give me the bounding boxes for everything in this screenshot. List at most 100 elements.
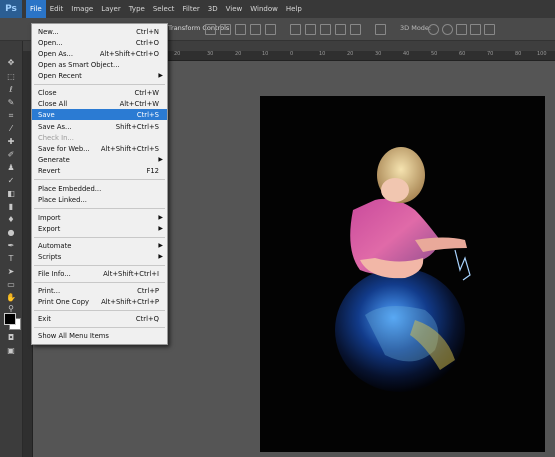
menu-item-check-in[interactable]: Check In... [32,132,167,143]
align-bottom-icon[interactable] [235,24,246,35]
path-selection-tool-icon[interactable]: ➤ [5,266,17,277]
gradient-tool-icon[interactable]: ▮ [5,201,17,212]
menu-item-open-as[interactable]: Open As... Alt+Shift+Ctrl+O [32,48,167,59]
ruler-tick: 60 [459,51,466,57]
menu-item-export[interactable]: Export ▶ [32,223,167,234]
menu-item-file-info[interactable]: File Info... Alt+Shift+Ctrl+I [32,268,167,279]
photo-child-on-globe [335,147,471,392]
menu-item-save[interactable]: Save Ctrl+S [32,109,167,120]
ruler-tick: 30 [375,51,382,57]
distribute-middle-icon[interactable] [305,24,316,35]
quick-mask-icon[interactable]: ◘ [5,332,17,343]
menu-window[interactable]: Window [246,0,282,18]
pen-tool-icon[interactable]: ✒ [5,240,17,251]
hand-tool-icon[interactable]: ✋ [5,292,17,303]
menu-view[interactable]: View [222,0,247,18]
menu-item-save-as[interactable]: Save As... Shift+Ctrl+S [32,121,167,132]
auto-align-icon[interactable] [375,24,386,35]
menu-layer[interactable]: Layer [97,0,125,18]
menu-item-close-all[interactable]: Close All Alt+Ctrl+W [32,98,167,109]
chevron-right-icon: ▶ [158,156,163,163]
ruler-tick: 20 [174,51,181,57]
distribute-left-icon[interactable] [335,24,346,35]
menu-edit[interactable]: Edit [46,0,68,18]
blur-tool-icon[interactable]: ♦ [5,214,17,225]
menu-image[interactable]: Image [67,0,97,18]
menu-item-automate[interactable]: Automate ▶ [32,240,167,251]
ruler-tick: 20 [235,51,242,57]
eraser-tool-icon[interactable]: ◧ [5,188,17,199]
tools-panel: ✥ ⬚ ℓ ✎ ⌗ ⁄ ✚ ✐ ♟ ✓ ◧ ▮ ♦ ● ✒ T ➤ ▭ ✋ ⚲ … [0,41,23,457]
screen-mode-icon[interactable]: ▣ [5,345,17,356]
menu-item-import[interactable]: Import ▶ [32,212,167,223]
slide-3d-icon[interactable] [470,24,481,35]
menu-item-close[interactable]: Close Ctrl+W [32,87,167,98]
rectangle-tool-icon[interactable]: ▭ [5,279,17,290]
align-middle-icon[interactable] [220,24,231,35]
menu-item-save-for-web[interactable]: Save for Web... Alt+Shift+Ctrl+S [32,143,167,154]
menu-item-exit[interactable]: Exit Ctrl+Q [32,313,167,324]
menu-separator [34,237,165,238]
menu-file[interactable]: File [26,0,46,18]
distribute-center-icon[interactable] [350,24,361,35]
file-menu-dropdown: New... Ctrl+N Open... Ctrl+O Open As... Alt… [31,23,168,345]
menu-item-open-smart-object[interactable]: Open as Smart Object... [32,59,167,70]
menu-filter[interactable]: Filter [178,0,203,18]
move-tool-icon[interactable]: ✥ [5,57,17,68]
menu-separator [34,327,165,328]
photoshop-logo: Ps [0,0,22,18]
history-brush-tool-icon[interactable]: ✓ [5,175,17,186]
pan-3d-icon[interactable] [456,24,467,35]
brush-tool-icon[interactable]: ✐ [5,149,17,160]
menu-3d[interactable]: 3D [204,0,222,18]
ruler-tick: 50 [431,51,438,57]
menu-item-print[interactable]: Print... Ctrl+P [32,285,167,296]
menu-separator [34,84,165,85]
ruler-tick: 10 [262,51,269,57]
ruler-tick: 20 [347,51,354,57]
menu-item-place-linked[interactable]: Place Linked... [32,194,167,205]
align-left-icon[interactable] [250,24,261,35]
menu-select[interactable]: Select [149,0,179,18]
clone-stamp-tool-icon[interactable]: ♟ [5,162,17,173]
distribute-top-icon[interactable] [290,24,301,35]
align-center-icon[interactable] [265,24,276,35]
menu-item-new[interactable]: New... Ctrl+N [32,26,167,37]
distribute-bottom-icon[interactable] [320,24,331,35]
marquee-tool-icon[interactable]: ⬚ [5,71,17,82]
menu-separator [34,282,165,283]
chevron-right-icon: ▶ [158,214,163,221]
menu-separator [34,179,165,180]
menu-help[interactable]: Help [282,0,306,18]
menu-item-open[interactable]: Open... Ctrl+O [32,37,167,48]
dodge-tool-icon[interactable]: ● [5,227,17,238]
menu-separator [34,265,165,266]
ruler-tick: 30 [207,51,214,57]
menu-item-print-one-copy[interactable]: Print One Copy Alt+Shift+Ctrl+P [32,296,167,307]
ruler-tick: 40 [403,51,410,57]
rotate-3d-icon[interactable] [428,24,439,35]
lasso-tool-icon[interactable]: ℓ [5,84,17,95]
type-tool-icon[interactable]: T [5,253,17,264]
menu-item-revert[interactable]: Revert F12 [32,165,167,176]
roll-3d-icon[interactable] [442,24,453,35]
menu-item-generate[interactable]: Generate ▶ [32,154,167,165]
eyedropper-tool-icon[interactable]: ⁄ [5,123,17,134]
ruler-tick: 10 [319,51,326,57]
scale-3d-icon[interactable] [484,24,495,35]
chevron-right-icon: ▶ [158,225,163,232]
menu-item-show-all[interactable]: Show All Menu Items [32,330,167,341]
menu-separator [34,310,165,311]
foreground-color-swatch[interactable] [4,313,16,325]
3d-mode-label: 3D Mode: [400,24,432,32]
healing-brush-tool-icon[interactable]: ✚ [5,136,17,147]
crop-tool-icon[interactable]: ⌗ [5,110,17,121]
menu-type[interactable]: Type [125,0,149,18]
menu-item-open-recent[interactable]: Open Recent ▶ [32,70,167,81]
menu-item-place-embedded[interactable]: Place Embedded... [32,183,167,194]
chevron-right-icon: ▶ [158,253,163,260]
menu-item-scripts[interactable]: Scripts ▶ [32,251,167,262]
quick-select-tool-icon[interactable]: ✎ [5,97,17,108]
align-top-icon[interactable] [205,24,216,35]
ruler-tick: 100 [537,51,547,57]
